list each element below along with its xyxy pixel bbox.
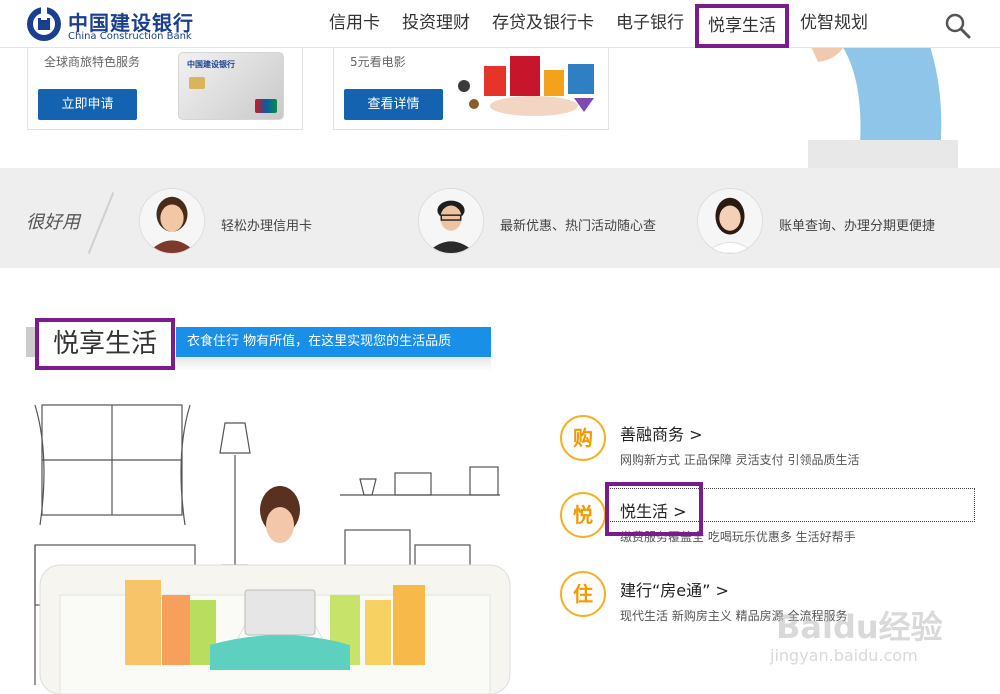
joy-badge-icon: 悦 — [560, 492, 606, 538]
feature-text: 最新优惠、热门活动随心查 — [500, 219, 657, 234]
avatar — [139, 188, 205, 254]
nav-deposit-loan[interactable]: 存贷及银行卡 — [481, 0, 605, 48]
nav-investment[interactable]: 投资理财 — [391, 0, 481, 48]
list-item-shanrong[interactable]: 购 善融商务 > 网购新方式 正品保障 灵活支付 引领品质生活 — [558, 415, 978, 485]
shopping-collage-image — [458, 56, 594, 116]
view-details-button[interactable]: 查看详情 — [344, 89, 443, 120]
easy-use-band: 很好用 轻松办理信用卡 最新优惠、热门活动随心查 账单查询、办理分期更便捷 — [0, 168, 1000, 268]
unionpay-logo — [255, 99, 277, 113]
nav-e-banking[interactable]: 电子银行 — [605, 0, 695, 48]
watermark-sub: jingyan.baidu.com — [770, 646, 918, 665]
section-subtitle-banner: 衣食住行 物有所值，在这里实现您的生活品质 — [176, 327, 491, 357]
section-subtitle-shadow — [176, 357, 491, 371]
page-root: 中国建设银行 China Construction Bank 信用卡 投资理财 … — [0, 0, 1000, 694]
apply-now-button[interactable]: 立即申请 — [38, 89, 137, 120]
promo-card-travel: 全球商旅特色服务 立即申请 中国建设银行 — [27, 40, 303, 130]
main-nav: 信用卡 投资理财 存贷及银行卡 电子银行 悦享生活 优智规划 — [318, 0, 879, 48]
card-chip — [189, 77, 205, 89]
baidu-watermark: Baidu经验 jingyan.baidu.com — [758, 600, 968, 680]
item-title-link[interactable]: 善融商务 > — [620, 421, 703, 445]
lifestyle-illustration — [34, 404, 511, 694]
feature-text: 轻松办理信用卡 — [221, 219, 313, 234]
credit-card-image: 中国建设银行 — [178, 52, 284, 120]
card-bank-name: 中国建设银行 — [187, 60, 235, 69]
nav-enjoy-life[interactable]: 悦享生活 — [695, 4, 789, 48]
item-desc: 网购新方式 正品保障 灵活支付 引领品质生活 — [620, 453, 860, 467]
promo-desc: 全球商旅特色服务 — [44, 55, 141, 69]
avatar — [418, 188, 484, 254]
nav-planning[interactable]: 优智规划 — [789, 0, 879, 48]
avatar — [697, 188, 763, 254]
item-title-link[interactable]: 建行“房e通” > — [620, 577, 729, 601]
nav-credit-card[interactable]: 信用卡 — [318, 0, 391, 48]
home-badge-icon: 住 — [560, 571, 606, 617]
search-icon[interactable] — [944, 12, 972, 40]
logo-en-text: China Construction Bank — [68, 31, 192, 42]
watermark-main: Baidu经验 — [776, 608, 943, 646]
section-title: 悦享生活 — [35, 318, 175, 370]
ccb-logo[interactable]: 中国建设银行 China Construction Bank — [26, 6, 231, 42]
highlight-box — [605, 482, 703, 536]
ccb-logo-icon — [27, 6, 61, 41]
top-header: 中国建设银行 China Construction Bank 信用卡 投资理财 … — [0, 0, 1000, 48]
promo-desc: 5元看电影 — [350, 55, 406, 69]
promo-card-movie: 5元看电影 查看详情 — [333, 40, 609, 130]
promo-person-image — [808, 40, 958, 168]
feature-text: 账单查询、办理分期更便捷 — [779, 219, 936, 234]
band-divider — [87, 192, 115, 254]
shop-badge-icon: 购 — [560, 415, 606, 461]
band-title: 很好用 — [26, 212, 80, 233]
